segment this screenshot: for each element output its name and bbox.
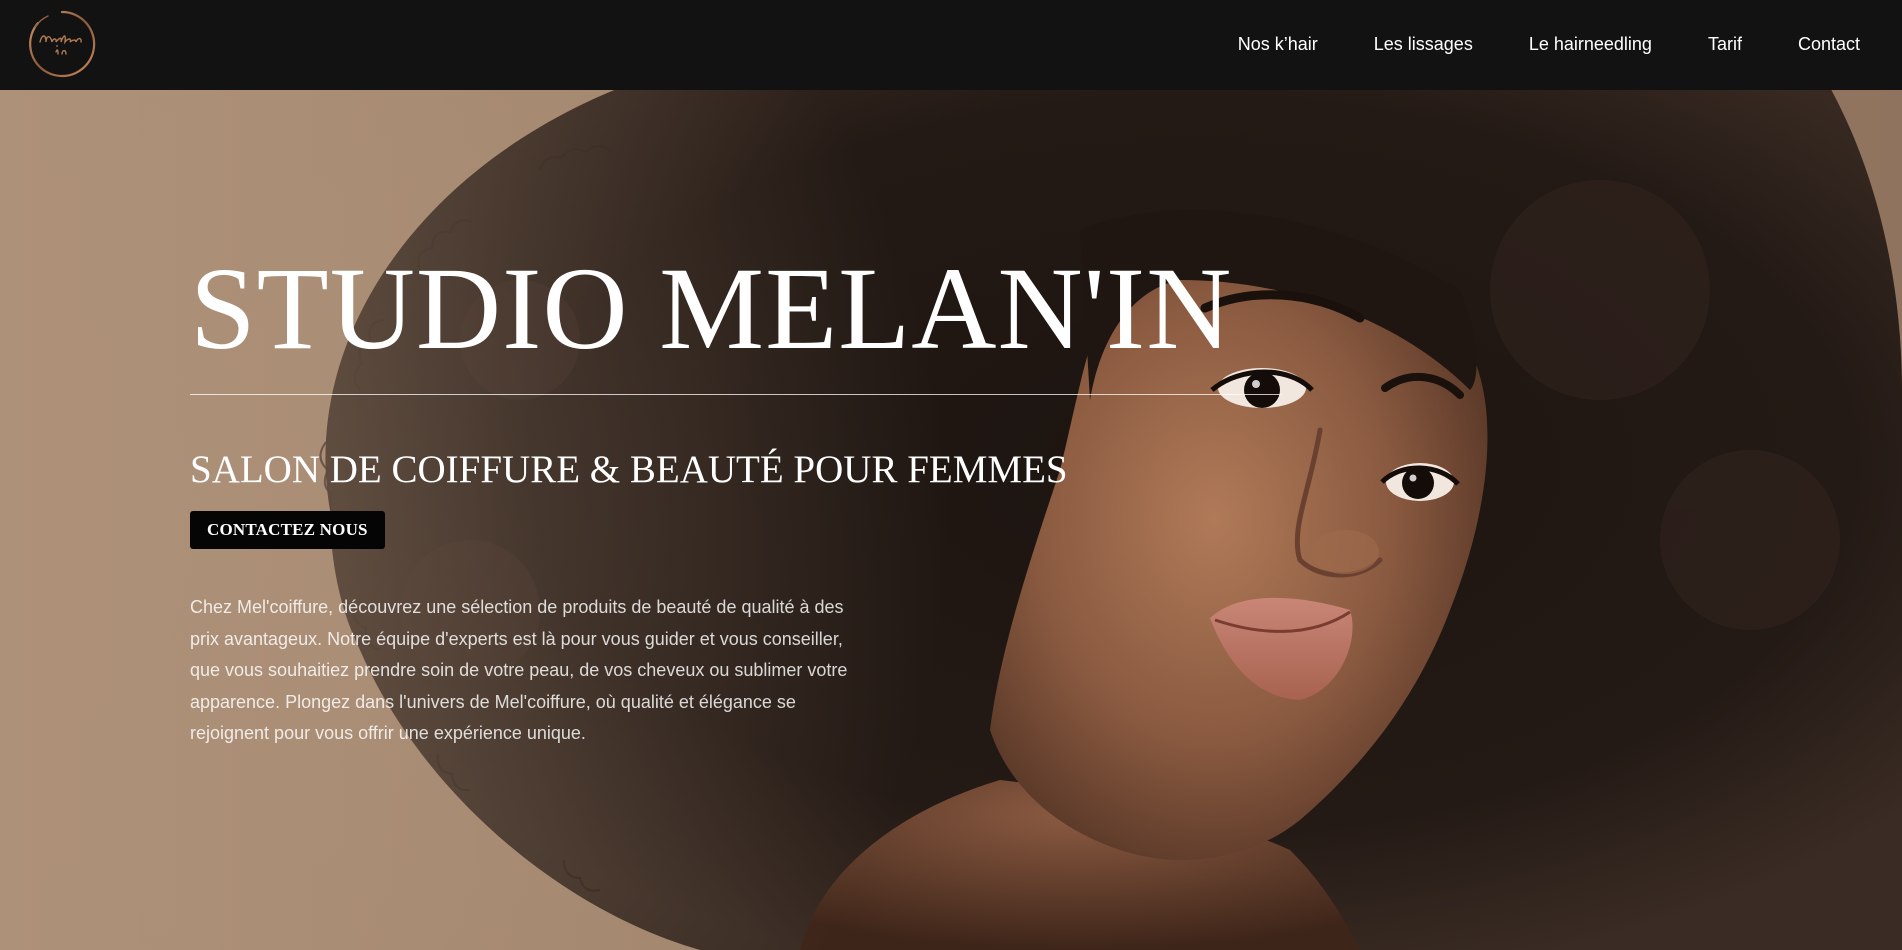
hero-subtitle: SALON DE COIFFURE & BEAUTÉ POUR FEMMES	[190, 448, 1068, 491]
hero-divider	[190, 394, 1282, 395]
nav-link-nos-khair[interactable]: Nos k’hair	[1238, 34, 1318, 55]
main-nav: Nos k’hair Les lissages Le hairneedling …	[1182, 0, 1860, 88]
nav-link-contact[interactable]: Contact	[1798, 34, 1860, 55]
hero-title: STUDIO MELAN'IN	[190, 243, 1233, 374]
nav-link-les-lissages[interactable]: Les lissages	[1374, 34, 1473, 55]
nav-link-tarif[interactable]: Tarif	[1708, 34, 1742, 55]
contact-us-button[interactable]: CONTACTEZ NOUS	[190, 511, 385, 549]
hero-description: Chez Mel'coiffure, découvrez une sélecti…	[190, 597, 848, 743]
hero-section: STUDIO MELAN'IN SALON DE COIFFURE & BEAU…	[0, 90, 1902, 950]
logo-emblem-icon	[29, 10, 96, 78]
logo[interactable]	[26, 8, 98, 80]
nav-link-le-hairneedling[interactable]: Le hairneedling	[1529, 34, 1652, 55]
site-header: Nos k’hair Les lissages Le hairneedling …	[0, 0, 1902, 90]
